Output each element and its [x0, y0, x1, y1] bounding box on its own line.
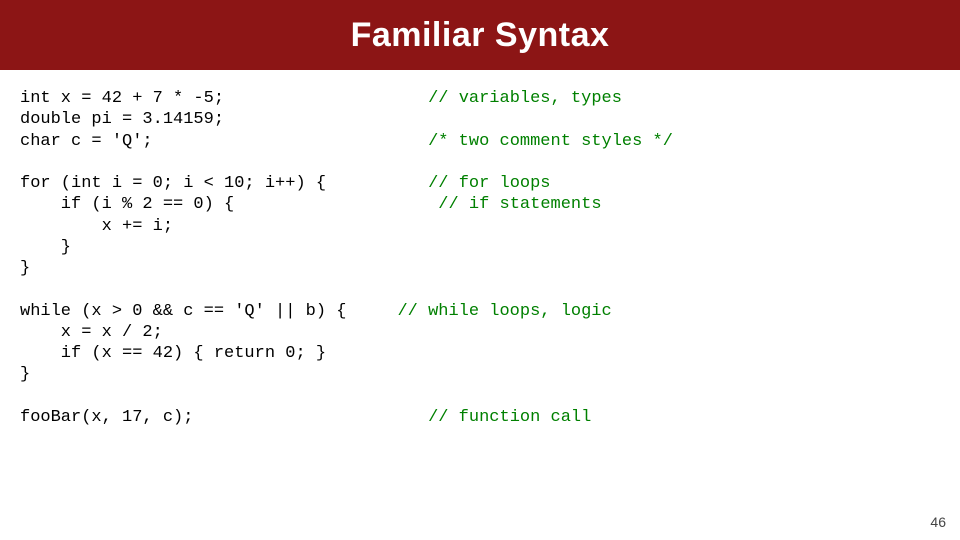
code-line: }	[20, 238, 71, 257]
code-line: if (x == 42) { return 0; }	[20, 344, 326, 363]
code-comment: // for loops	[428, 174, 550, 193]
code-comment: // function call	[428, 408, 591, 427]
code-block: int x = 42 + 7 * -5; // variables, types…	[0, 70, 960, 428]
title-bar: Familiar Syntax	[0, 0, 960, 70]
code-line: x = x / 2;	[20, 323, 163, 342]
code-line: }	[20, 365, 30, 384]
code-comment: // while loops, logic	[397, 302, 611, 321]
code-line: x += i;	[20, 217, 173, 236]
slide-title: Familiar Syntax	[351, 16, 610, 55]
code-line: fooBar(x, 17, c);	[20, 408, 193, 427]
code-line: if (i % 2 == 0) {	[20, 195, 234, 214]
code-comment: // variables, types	[428, 89, 622, 108]
code-line: double pi = 3.14159;	[20, 110, 224, 129]
page-number: 46	[930, 514, 946, 530]
code-line: for (int i = 0; i < 10; i++) {	[20, 174, 326, 193]
code-comment: // if statements	[438, 195, 601, 214]
code-line: while (x > 0 && c == 'Q' || b) {	[20, 302, 346, 321]
code-line: char c = 'Q';	[20, 132, 153, 151]
code-comment: /* two comment styles */	[428, 132, 673, 151]
code-line: }	[20, 259, 30, 278]
code-line: int x = 42 + 7 * -5;	[20, 89, 224, 108]
